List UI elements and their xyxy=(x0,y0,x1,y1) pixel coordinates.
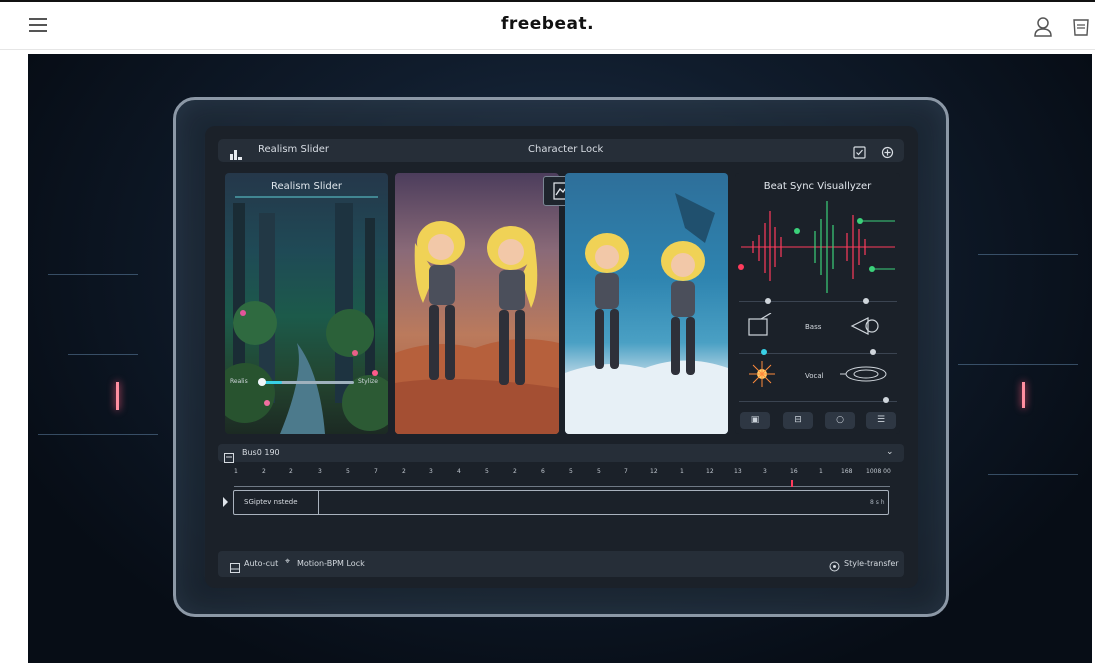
ruler-tick-label: 5 xyxy=(569,468,573,475)
realism-slider-track[interactable] xyxy=(258,378,354,386)
ruler-tick-label: 5 xyxy=(346,468,350,475)
brand-logo[interactable]: freebeat. xyxy=(0,14,1095,34)
auto-cut-icon xyxy=(230,558,240,577)
user-icon[interactable] xyxy=(1033,16,1053,38)
playhead-marker[interactable] xyxy=(791,480,793,487)
top-navigation: freebeat. xyxy=(0,0,1095,50)
realism-slider-handle[interactable] xyxy=(258,378,266,386)
bars-logo-icon xyxy=(230,145,242,164)
orbit-wave-icon xyxy=(840,363,888,389)
track-icon xyxy=(224,448,234,467)
ruler-tick-label: 5 xyxy=(485,468,489,475)
ruler-tick-label: 6 xyxy=(541,468,545,475)
target-icon[interactable] xyxy=(881,144,894,163)
ruler-tick-label: 2 xyxy=(402,468,406,475)
vocal-dot-right[interactable] xyxy=(870,349,876,355)
bottom-toolbar: Auto-cut ⌖ Motion-BPM Lock Style-transfe… xyxy=(218,551,904,577)
ruler-tick-label: 16 xyxy=(790,468,798,475)
ruler-tick-label: 2 xyxy=(262,468,266,475)
ruler-tick-label: 168 xyxy=(841,468,853,475)
underwater-character-panel xyxy=(565,173,728,434)
ruler-tick-label: 12 xyxy=(650,468,658,475)
bass-dot-left[interactable] xyxy=(765,298,771,304)
realism-preview-panel: Realism Slider Realis Stylize xyxy=(225,173,388,434)
ruler-tick-label: 5 xyxy=(597,468,601,475)
ruler-tick-label: 3 xyxy=(318,468,322,475)
hero-image: Realism Slider Character Lock Realism Sl… xyxy=(28,54,1092,663)
bass-label: Bass xyxy=(805,323,822,331)
clip-divider xyxy=(318,491,319,514)
ruler-tick-label: 1 xyxy=(680,468,684,475)
track-label: Bus0 190 xyxy=(242,448,280,457)
style-transfer-icon xyxy=(829,557,840,576)
style-transfer-button[interactable]: Style-transfer xyxy=(844,559,899,568)
desert-characters-illustration xyxy=(395,221,559,434)
sliders-icon[interactable]: ☰ xyxy=(866,412,896,429)
forest-illustration xyxy=(225,196,388,434)
ruler-tick-label: 1008 00 xyxy=(866,468,891,475)
ruler-tick-label: 2 xyxy=(513,468,517,475)
bass-dot-right[interactable] xyxy=(863,298,869,304)
checkbox-icon[interactable] xyxy=(853,144,866,163)
desert-character-panel xyxy=(395,173,559,434)
ruler-tick-label: 3 xyxy=(429,468,433,475)
shopping-bag-icon[interactable] xyxy=(1072,17,1090,37)
auto-cut-button[interactable]: Auto-cut xyxy=(244,559,278,568)
beat-sync-waveform xyxy=(738,201,895,293)
clip-label: SGiptev nstede xyxy=(244,498,298,506)
play-arrow-icon[interactable] xyxy=(223,497,228,507)
ruler-tick-label: 7 xyxy=(374,468,378,475)
chevron-down-icon[interactable]: ⌄ xyxy=(886,447,894,457)
editor-topbar: Realism Slider Character Lock xyxy=(218,139,904,162)
ruler-tick-label: 3 xyxy=(763,468,767,475)
realism-slider-tab[interactable]: Realism Slider xyxy=(258,144,329,155)
right-neon-light xyxy=(1022,382,1025,408)
slider-right-label: Stylize xyxy=(358,378,378,385)
left-neon-light xyxy=(116,382,119,410)
pin-icon: ⌖ xyxy=(285,557,291,567)
timeline-clip[interactable]: SGiptev nstede 8 s h xyxy=(233,490,889,515)
ruler-tick-label: 13 xyxy=(734,468,742,475)
vocal-dot-left[interactable] xyxy=(761,349,767,355)
frame-icon[interactable]: ▣ xyxy=(740,412,770,429)
caption-icon[interactable]: ⊟ xyxy=(783,412,813,429)
track-header[interactable]: Bus0 190 ⌄ xyxy=(218,444,904,463)
motion-bpm-lock-button[interactable]: Motion-BPM Lock xyxy=(297,559,365,568)
spark-burst-icon xyxy=(749,361,775,391)
ruler-tick-label: 7 xyxy=(624,468,628,475)
timeline-ruler[interactable]: 1 2 2 3 5 7 2 3 4 5 2 6 5 5 7 12 1 12 13… xyxy=(218,468,904,490)
editor-app-window: Realism Slider Character Lock Realism Sl… xyxy=(205,126,918,588)
slider-left-label: Realis xyxy=(230,378,248,385)
extra-dot[interactable] xyxy=(883,397,889,403)
ruler-tick-label: 2 xyxy=(289,468,293,475)
character-lock-tab[interactable]: Character Lock xyxy=(528,144,603,155)
ruler-tick-label: 12 xyxy=(706,468,714,475)
beat-sync-panel: Beat Sync Visuallyzer Bass Vocal ▣ ⊟ ○ ☰ xyxy=(735,173,900,434)
ruler-tick-label: 1 xyxy=(234,468,238,475)
speaker-box-icon xyxy=(747,312,773,341)
ruler-tick-label: 4 xyxy=(457,468,461,475)
vocal-label: Vocal xyxy=(805,372,824,380)
bulb-icon[interactable]: ○ xyxy=(825,412,855,429)
clip-end-label: 8 s h xyxy=(870,499,885,506)
horn-speaker-icon xyxy=(850,315,880,341)
ruler-tick-label: 1 xyxy=(819,468,823,475)
underwater-characters-illustration xyxy=(565,193,728,434)
